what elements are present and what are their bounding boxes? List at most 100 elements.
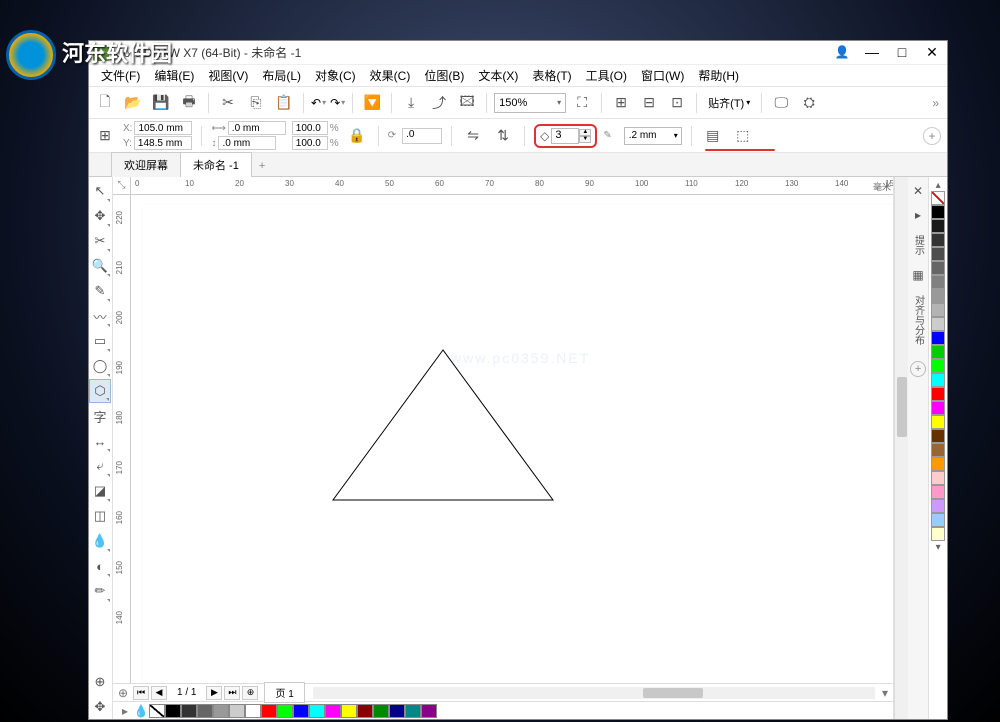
color-swatch[interactable] [931, 261, 945, 275]
scale-y-input[interactable]: 100.0 [292, 136, 328, 150]
vertical-ruler[interactable]: 220210200190180170160150140 [113, 195, 131, 719]
freehand-tool[interactable]: ✎ [89, 279, 111, 303]
ellipse-tool[interactable]: ◯ [89, 354, 111, 378]
doc-color-swatch[interactable] [341, 704, 357, 718]
zoom-level-combo[interactable]: 150% ▾ [494, 93, 566, 113]
color-swatch[interactable] [931, 303, 945, 317]
doc-color-swatch[interactable] [213, 704, 229, 718]
save-button[interactable]: 💾 [149, 91, 173, 115]
color-swatch[interactable] [931, 429, 945, 443]
color-swatch[interactable] [931, 457, 945, 471]
menu-text[interactable]: 文本(X) [472, 65, 524, 86]
lock-ratio-button[interactable]: 🔒 [345, 124, 369, 148]
menu-edit[interactable]: 编辑(E) [148, 65, 200, 86]
doc-color-swatch[interactable] [309, 704, 325, 718]
interactive-fill-tool[interactable]: ◐ [89, 554, 111, 578]
color-swatch[interactable] [931, 499, 945, 513]
search-content-button[interactable]: 🔽 [360, 91, 384, 115]
navigator-popup[interactable]: ▾ [877, 685, 893, 701]
nav-expand[interactable]: ⊕ [115, 685, 131, 701]
doc-color-swatch[interactable] [197, 704, 213, 718]
docker-close[interactable]: ✕ [910, 181, 926, 201]
mirror-horizontal-button[interactable]: ⇋ [461, 124, 485, 148]
customize-propbar[interactable]: + [923, 127, 941, 145]
close-button[interactable]: ✕ [917, 41, 947, 63]
x-position-input[interactable]: 105.0 mm [134, 121, 192, 135]
undo-button[interactable]: ↶▾ [311, 96, 326, 110]
show-rulers-button[interactable]: ⊞ [609, 91, 633, 115]
cut-button[interactable]: ✂ [216, 91, 240, 115]
color-swatch[interactable] [931, 401, 945, 415]
menu-tools[interactable]: 工具(O) [580, 65, 633, 86]
first-page-button[interactable]: ⏮ [133, 686, 149, 700]
doc-color-swatch[interactable] [165, 704, 181, 718]
last-page-button[interactable]: ⏭ [224, 686, 240, 700]
doc-color-swatch[interactable] [421, 704, 437, 718]
color-swatch[interactable] [931, 247, 945, 261]
options-button[interactable]: ⛭ [797, 91, 821, 115]
color-swatch[interactable] [931, 331, 945, 345]
text-tool[interactable]: 字 [89, 404, 111, 428]
rotation-input[interactable]: .0 [402, 128, 442, 144]
doc-color-swatch[interactable] [261, 704, 277, 718]
show-guidelines-button[interactable]: ⊡ [665, 91, 689, 115]
add-docker[interactable]: + [910, 361, 926, 377]
import-button[interactable]: ⤓ [399, 91, 423, 115]
connector-tool[interactable]: ⤶ [89, 454, 111, 478]
doc-color-swatch[interactable] [277, 704, 293, 718]
crop-tool[interactable]: ✂ [89, 229, 111, 253]
show-grid-button[interactable]: ⊟ [637, 91, 661, 115]
rectangle-tool[interactable]: ▭ [89, 329, 111, 353]
prev-page-button[interactable]: ◀ [151, 686, 167, 700]
doc-color-swatch[interactable] [405, 704, 421, 718]
align-distribute-docker-tab[interactable]: 对齐与分布 [909, 289, 928, 351]
launch-button[interactable]: 🖵 [769, 91, 793, 115]
color-swatch[interactable] [931, 345, 945, 359]
color-swatch[interactable] [931, 191, 945, 205]
toolbar-overflow[interactable]: » [932, 96, 939, 110]
horizontal-scrollbar[interactable] [313, 687, 875, 699]
maximize-button[interactable]: □ [887, 41, 917, 63]
doc-color-swatch[interactable] [357, 704, 373, 718]
polygon-tool[interactable]: ⬡ [89, 379, 111, 403]
menu-help[interactable]: 帮助(H) [692, 65, 745, 86]
eyedropper-tool[interactable]: 💧 [89, 529, 111, 553]
drop-shadow-tool[interactable]: ◪ [89, 479, 111, 503]
open-button[interactable]: 📂 [121, 91, 145, 115]
outline-pen-tool[interactable]: ✏ [89, 579, 111, 603]
add-page-button[interactable]: ⊕ [242, 686, 258, 700]
user-account-icon[interactable]: 👤 [827, 41, 857, 63]
welcome-tab[interactable]: 欢迎屏幕 [111, 152, 181, 177]
outline-width-combo[interactable]: .2 mm ▾ [624, 127, 682, 145]
ruler-origin[interactable]: ⤡ [113, 177, 131, 195]
menu-window[interactable]: 窗口(W) [635, 65, 690, 86]
color-swatch[interactable] [931, 233, 945, 247]
color-swatch[interactable] [931, 513, 945, 527]
color-swatch[interactable] [931, 359, 945, 373]
quick-customize[interactable]: ⊕ [89, 670, 111, 694]
to-curves-button[interactable]: ⬚ [731, 124, 755, 148]
menu-file[interactable]: 文件(F) [95, 65, 146, 86]
transparency-tool[interactable]: ◫ [89, 504, 111, 528]
print-button[interactable]: 🖶 [177, 91, 201, 115]
hscroll-thumb[interactable] [643, 688, 703, 698]
snap-to-dropdown[interactable]: 贴齐(T)▾ [704, 95, 754, 111]
color-swatch[interactable] [931, 289, 945, 303]
redo-button[interactable]: ↷▾ [330, 96, 345, 110]
pick-tool[interactable]: ↖ [89, 179, 111, 203]
scale-x-input[interactable]: 100.0 [292, 121, 328, 135]
color-swatch[interactable] [931, 219, 945, 233]
artistic-media-tool[interactable]: 〰 [89, 304, 111, 328]
navigator-icon[interactable]: ✥ [89, 695, 111, 719]
doc-color-swatch[interactable] [229, 704, 245, 718]
hints-docker-tab[interactable]: 提示 [909, 229, 928, 261]
zoom-tool[interactable]: 🔍 [89, 254, 111, 278]
paste-button[interactable]: 📋 [272, 91, 296, 115]
doc-color-swatch[interactable] [373, 704, 389, 718]
polygon-sides-input[interactable]: 3 [551, 128, 579, 144]
docker-expand[interactable]: ▸ [912, 205, 924, 225]
color-swatch[interactable] [931, 387, 945, 401]
vertical-scrollbar[interactable] [894, 177, 908, 719]
palette-down[interactable]: ▾ [936, 541, 941, 553]
shape-tool[interactable]: ✥ [89, 204, 111, 228]
